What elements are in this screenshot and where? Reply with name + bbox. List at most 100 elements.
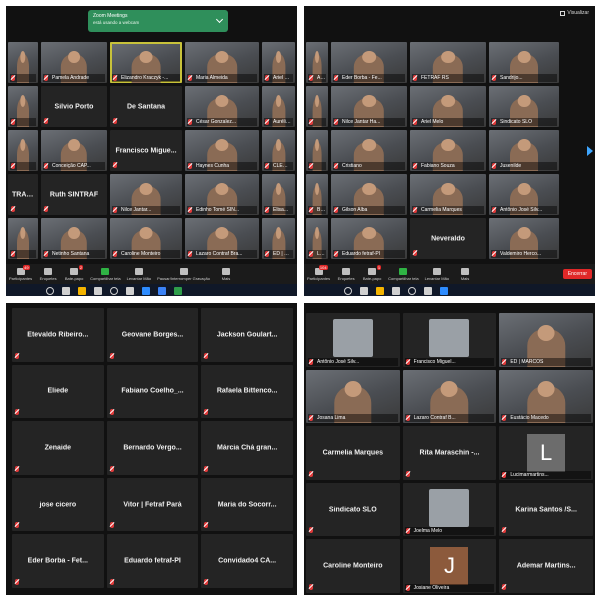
search-icon[interactable] <box>344 287 352 295</box>
participant-tile[interactable] <box>8 42 38 83</box>
chrome-icon[interactable] <box>110 287 118 295</box>
chrome-icon[interactable] <box>408 287 416 295</box>
toolbar-button[interactable]: 1 Bate-papo <box>362 264 382 281</box>
participant-tile[interactable]: Cristiano <box>331 130 407 171</box>
participant-tile[interactable] <box>306 86 328 127</box>
participant-tile[interactable]: Andrade <box>306 42 328 83</box>
next-page-arrow-icon[interactable] <box>587 146 593 156</box>
participant-tile[interactable]: Jusenilde <box>489 130 559 171</box>
participant-tile[interactable]: Fabiano Coelho_... <box>106 364 199 419</box>
toolbar-button[interactable]: 104 Participantes <box>307 264 330 281</box>
toolbar-button[interactable]: Mais <box>455 267 475 281</box>
participant-tile[interactable]: Caroline Monteiro <box>306 539 400 593</box>
participant-tile[interactable]: Rita Maraschin -... <box>402 426 497 480</box>
task-view-icon[interactable] <box>62 287 70 295</box>
participant-tile[interactable]: Elizandro Kraczyk -... <box>110 42 182 83</box>
toolbar-button[interactable]: 49 Participantes <box>9 264 32 281</box>
participant-tile[interactable]: Eustácio Macedo <box>499 369 593 424</box>
participant-tile[interactable]: Francisco Miguel... <box>402 313 497 367</box>
participant-tile[interactable]: Sindicato SLO <box>306 482 400 537</box>
participant-tile[interactable]: Vitor | Fetraf Pará <box>106 477 199 532</box>
zoom-icon[interactable] <box>142 287 150 295</box>
participant-tile[interactable]: Bea... <box>306 174 328 215</box>
participant-tile[interactable] <box>8 86 38 127</box>
toolbar-button[interactable]: Enquetes <box>38 267 58 281</box>
excel-icon[interactable] <box>174 287 182 295</box>
participant-tile[interactable] <box>306 130 328 171</box>
participant-tile[interactable]: Neveraldo <box>410 218 486 259</box>
file-explorer-icon[interactable] <box>78 287 86 295</box>
participant-tile[interactable]: Fabiano Souza <box>410 130 486 171</box>
participant-tile[interactable]: Ademar Martins... <box>499 539 593 593</box>
participant-tile[interactable]: Jackson Goulart... <box>201 308 293 362</box>
participant-tile[interactable]: Josana Lima <box>306 369 400 424</box>
webcam-notification[interactable]: Zoom Meetings está usando a webcam <box>88 10 228 32</box>
toolbar-button[interactable]: Mais <box>216 267 236 281</box>
participant-tile[interactable]: Karina Santos /S... <box>499 482 593 537</box>
toolbar-button[interactable]: Compartilhar tela <box>388 267 419 281</box>
app-icon[interactable] <box>158 287 166 295</box>
participant-tile[interactable]: Maria Almeida <box>185 42 259 83</box>
participant-tile[interactable]: Márcia Chá gran... <box>201 421 293 475</box>
store-icon[interactable] <box>94 287 102 295</box>
participant-tile[interactable]: Eder Borba - Fe... <box>331 42 407 83</box>
participant-tile[interactable]: Sandrijo... <box>489 42 559 83</box>
participant-tile[interactable]: Rafaela Bittenco... <box>201 364 293 419</box>
view-button[interactable]: Visualizar <box>560 10 589 16</box>
search-icon[interactable] <box>46 287 54 295</box>
participant-tile[interactable]: Nilce Jantar... <box>110 174 182 215</box>
toolbar-button[interactable]: Levantar Mão <box>127 267 151 281</box>
participant-tile[interactable]: Netinho Santana <box>41 218 107 259</box>
participant-tile[interactable]: Eliede <box>12 364 104 419</box>
participant-tile[interactable]: Eduardo fetraf-PI <box>106 534 199 588</box>
toolbar-button[interactable]: Compartilhar tela <box>90 267 121 281</box>
toolbar-button[interactable]: 2 Bate-papo <box>64 264 84 281</box>
participant-tile[interactable]: TRAF RN <box>8 174 38 215</box>
participant-tile[interactable]: Convidado4 CA... <box>201 534 293 588</box>
end-meeting-button[interactable]: Encerrar <box>562 269 592 279</box>
participant-tile[interactable]: Aurélia ... <box>262 86 295 127</box>
participant-tile[interactable]: Geovane Borges... <box>106 308 199 362</box>
participant-tile[interactable]: Ruth SINTRAF <box>41 174 107 215</box>
participant-tile[interactable]: Sindicato SLO <box>489 86 559 127</box>
file-explorer-icon[interactable] <box>376 287 384 295</box>
participant-tile[interactable]: Caroline Monteiro <box>110 218 182 259</box>
document-icon[interactable] <box>126 287 134 295</box>
participant-tile[interactable]: Edinho Tomé SIN... <box>185 174 259 215</box>
participant-tile[interactable]: Haynes Cunha <box>185 130 259 171</box>
participant-tile[interactable]: Lazaro Contraf Bra... <box>185 218 259 259</box>
participant-tile[interactable]: CLEONI C... <box>262 130 295 171</box>
participant-tile[interactable]: ED | MARCOS <box>499 313 593 367</box>
participant-tile[interactable]: Zenaide <box>12 421 104 475</box>
task-view-icon[interactable] <box>360 287 368 295</box>
participant-tile[interactable]: Carmelia Marques <box>306 426 400 480</box>
zoom-icon[interactable] <box>440 287 448 295</box>
participant-tile[interactable] <box>8 130 38 171</box>
participant-tile[interactable]: Antônio José Silv... <box>489 174 559 215</box>
participant-tile[interactable]: Maria do Socorr... <box>201 477 293 532</box>
participant-tile[interactable]: De Santana <box>110 86 182 127</box>
participant-tile[interactable]: Valdemiro Herco... <box>489 218 559 259</box>
participant-tile[interactable]: Carmelia Marques <box>410 174 486 215</box>
participant-tile[interactable]: Silvio Porto <box>41 86 107 127</box>
participant-tile[interactable]: Gilson Alba <box>331 174 407 215</box>
participant-tile[interactable]: ED | MARC... <box>262 218 295 259</box>
participant-tile[interactable]: Antônio José Silv... <box>306 313 400 367</box>
participant-tile[interactable]: Ariel Melo <box>262 42 295 83</box>
participant-tile[interactable]: FETRAF RS <box>410 42 486 83</box>
toolbar-button[interactable]: Pausar/Interromper Gravação <box>157 267 210 281</box>
participant-tile[interactable]: Francisco Migue... <box>110 130 182 171</box>
participant-tile[interactable]: César Gonzalez... <box>185 86 259 127</box>
participant-tile[interactable]: L Lucimarmartins... <box>499 426 593 480</box>
participant-tile[interactable]: Eduardo fetraf-PI <box>331 218 407 259</box>
participant-tile[interactable] <box>8 218 38 259</box>
participant-tile[interactable]: Bernardo Vergo... <box>106 421 199 475</box>
document-icon[interactable] <box>424 287 432 295</box>
participant-tile[interactable]: Elisa... <box>262 174 295 215</box>
store-icon[interactable] <box>392 287 400 295</box>
participant-tile[interactable]: J Josiane Oliveira <box>402 539 497 593</box>
participant-tile[interactable]: Joelma Melo <box>402 482 497 537</box>
participant-tile[interactable]: Conceição CAP... <box>41 130 107 171</box>
participant-tile[interactable]: Eder Borba - Fet... <box>12 534 104 588</box>
participant-tile[interactable]: Etevaldo Ribeiro... <box>12 308 104 362</box>
